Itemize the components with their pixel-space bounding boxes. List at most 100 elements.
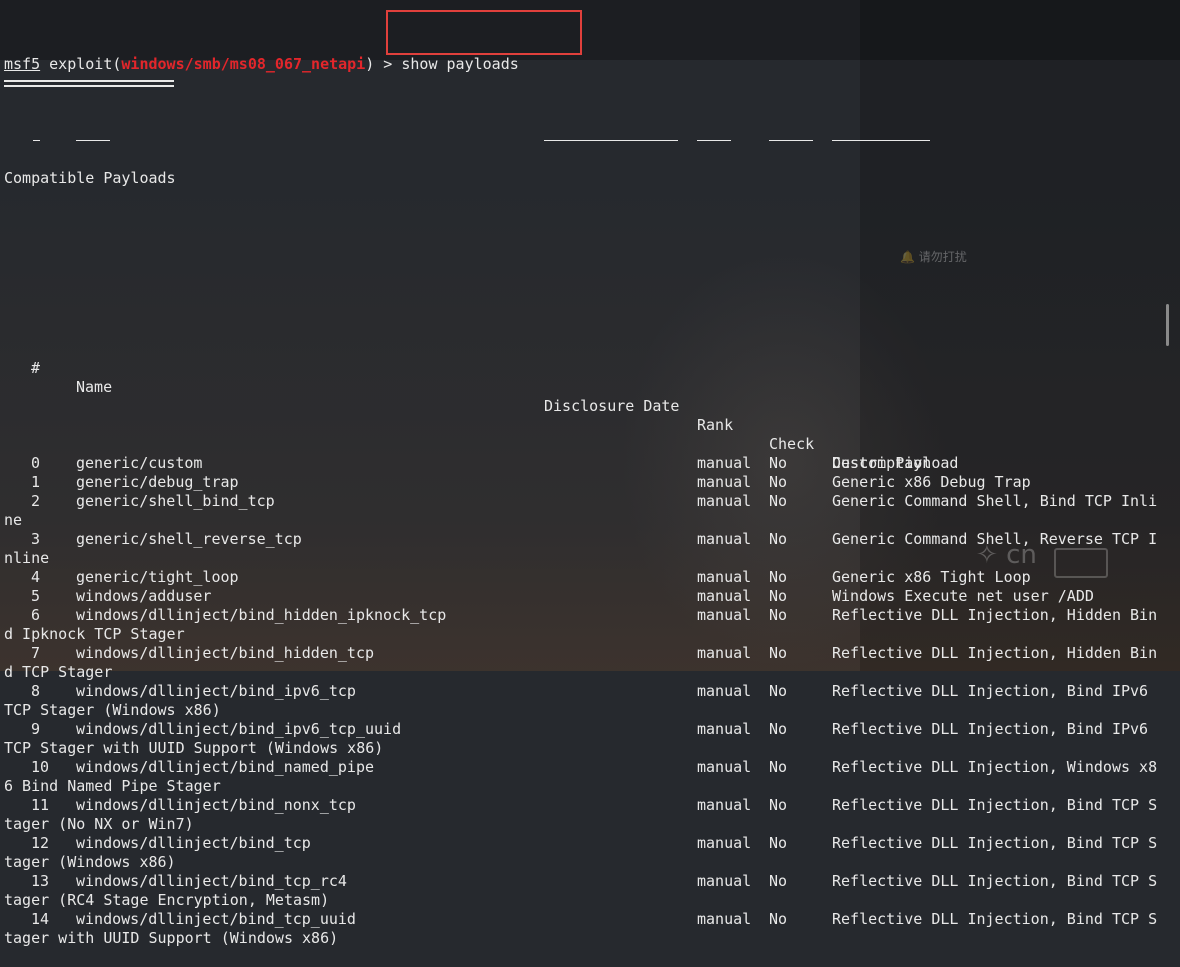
row-check: No bbox=[769, 796, 788, 814]
row-wrap-text: tager (RC4 Stage Encryption, Metasm) bbox=[4, 891, 330, 909]
row-description: Reflective DLL Injection, Bind IPv6 bbox=[832, 720, 1149, 738]
row-rank: manual bbox=[697, 587, 752, 605]
payload-table: 0 generic/custom manual No Custom Payload 1 ge… bbox=[4, 454, 1180, 948]
header-num: # bbox=[31, 359, 41, 377]
row-num: 9 bbox=[31, 720, 41, 738]
row-num: 3 bbox=[31, 530, 41, 548]
row-num: 8 bbox=[31, 682, 41, 700]
row-check: No bbox=[769, 910, 788, 928]
num-underline bbox=[33, 140, 40, 141]
row-rank: manual bbox=[697, 758, 752, 776]
row-check: No bbox=[769, 530, 788, 548]
row-num: 13 bbox=[31, 872, 50, 890]
prompt-line: msf5 exploit(windows/smb/ms08_067_netapi… bbox=[4, 55, 1180, 74]
row-rank: manual bbox=[697, 530, 752, 548]
exploit-label: exploit( bbox=[49, 55, 122, 73]
row-description: Custom Payload bbox=[832, 454, 959, 472]
command-text: show payloads bbox=[401, 55, 519, 73]
msf-prompt: msf5 bbox=[4, 55, 41, 73]
do-not-disturb-tooltip: 🔔 请勿打扰 bbox=[900, 250, 967, 264]
row-num: 11 bbox=[31, 796, 50, 814]
row-num: 10 bbox=[31, 758, 50, 776]
scrollbar-thumb[interactable] bbox=[1166, 304, 1169, 346]
row-num: 14 bbox=[31, 910, 50, 928]
row-description: Reflective DLL Injection, Hidden Bin bbox=[832, 644, 1158, 662]
row-name: generic/debug_trap bbox=[76, 473, 239, 491]
row-rank: manual bbox=[697, 910, 752, 928]
row-rank: manual bbox=[697, 473, 752, 491]
table-row: 1 generic/debug_trap manual No Generic x86 D… bbox=[4, 473, 1180, 492]
row-wrap-text: tager with UUID Support (Windows x86) bbox=[4, 929, 339, 947]
row-check: No bbox=[769, 834, 788, 852]
row-name: windows/dllinject/bind_hidden_tcp bbox=[76, 644, 375, 662]
table-row: 4 generic/tight_loop manual No Generic x86 T… bbox=[4, 568, 1180, 587]
row-check: No bbox=[769, 587, 788, 605]
row-name: windows/dllinject/bind_tcp_rc4 bbox=[76, 872, 347, 890]
table-header: # Name Disclosure Date Rank Check Descri… bbox=[4, 340, 1180, 472]
row-num: 0 bbox=[31, 454, 41, 472]
row-name: windows/dllinject/bind_tcp_uuid bbox=[76, 910, 356, 928]
table-row: 14 windows/dllinject/bind_tcp_uuid manual N… bbox=[4, 910, 1180, 929]
row-rank: manual bbox=[697, 682, 752, 700]
row-description: Generic Command Shell, Bind TCP Inli bbox=[832, 492, 1158, 510]
row-num: 2 bbox=[31, 492, 41, 510]
table-row: 12 windows/dllinject/bind_tcp manual No Refl… bbox=[4, 834, 1180, 853]
row-wrap-text: tager (No NX or Win7) bbox=[4, 815, 194, 833]
row-rank: manual bbox=[697, 568, 752, 586]
row-name: generic/shell_reverse_tcp bbox=[76, 530, 302, 548]
row-rank: manual bbox=[697, 796, 752, 814]
row-check: No bbox=[769, 568, 788, 586]
prompt-arrow: ) > bbox=[365, 55, 402, 73]
table-row: 11 windows/dllinject/bind_nonx_tcp manual N… bbox=[4, 796, 1180, 815]
row-description: Reflective DLL Injection, Hidden Bin bbox=[832, 606, 1158, 624]
table-row: 10 windows/dllinject/bind_named_pipe manua… bbox=[4, 758, 1180, 777]
section-title: Compatible Payloads bbox=[4, 169, 176, 187]
table-row: 6 windows/dllinject/bind_hidden_ipknock_t… bbox=[4, 606, 1180, 625]
row-check: No bbox=[769, 758, 788, 776]
row-wrap-text: TCP Stager with UUID Support (Windows x8… bbox=[4, 739, 384, 757]
row-name: windows/dllinject/bind_ipv6_tcp bbox=[76, 682, 356, 700]
row-num: 7 bbox=[31, 644, 41, 662]
row-num: 12 bbox=[31, 834, 50, 852]
row-description: Generic x86 Debug Trap bbox=[832, 473, 1031, 491]
table-row: 8 windows/dllinject/bind_ipv6_tcp manual No… bbox=[4, 682, 1180, 701]
row-check: No bbox=[769, 454, 788, 472]
header-name: Name bbox=[76, 378, 113, 396]
row-wrap-text: d Ipknock TCP Stager bbox=[4, 625, 185, 643]
rank-underline bbox=[697, 140, 731, 141]
row-description: Reflective DLL Injection, Bind TCP S bbox=[832, 910, 1158, 928]
row-wrap-text: tager (Windows x86) bbox=[4, 853, 176, 871]
table-row: 2 generic/shell_bind_tcp manual No Generic C… bbox=[4, 492, 1180, 511]
terminal-output[interactable]: msf5 exploit(windows/smb/ms08_067_netapi… bbox=[4, 17, 1180, 967]
row-rank: manual bbox=[697, 834, 752, 852]
header-rank: Rank bbox=[697, 416, 734, 434]
row-check: No bbox=[769, 682, 788, 700]
row-rank: manual bbox=[697, 454, 752, 472]
row-description: Reflective DLL Injection, Bind TCP S bbox=[832, 872, 1158, 890]
row-wrap-text: TCP Stager (Windows x86) bbox=[4, 701, 221, 719]
row-description: Generic x86 Tight Loop bbox=[832, 568, 1031, 586]
row-description: Reflective DLL Injection, Windows x8 bbox=[832, 758, 1158, 776]
table-row: 9 windows/dllinject/bind_ipv6_tcp_uuid man… bbox=[4, 720, 1180, 739]
row-description: Reflective DLL Injection, Bind TCP S bbox=[832, 834, 1158, 852]
table-row: 13 windows/dllinject/bind_tcp_rc4 manual No… bbox=[4, 872, 1180, 891]
row-name: windows/dllinject/bind_tcp bbox=[76, 834, 311, 852]
keyboard-icon bbox=[1054, 548, 1108, 578]
row-rank: manual bbox=[697, 720, 752, 738]
name-underline bbox=[76, 140, 110, 141]
row-description: Reflective DLL Injection, Bind TCP S bbox=[832, 796, 1158, 814]
table-row: 0 generic/custom manual No Custom Payload bbox=[4, 454, 1180, 473]
module-name: windows/smb/ms08_067_netapi bbox=[121, 55, 366, 73]
row-rank: manual bbox=[697, 606, 752, 624]
row-description: Windows Execute net user /ADD bbox=[832, 587, 1094, 605]
header-check: Check bbox=[769, 435, 815, 453]
row-name: windows/dllinject/bind_ipv6_tcp_uuid bbox=[76, 720, 402, 738]
row-check: No bbox=[769, 606, 788, 624]
row-rank: manual bbox=[697, 492, 752, 510]
row-name: generic/shell_bind_tcp bbox=[76, 492, 275, 510]
row-check: No bbox=[769, 872, 788, 890]
description-underline bbox=[832, 140, 930, 141]
row-wrap-text: ne bbox=[4, 511, 23, 529]
row-num: 6 bbox=[31, 606, 41, 624]
row-num: 5 bbox=[31, 587, 41, 605]
